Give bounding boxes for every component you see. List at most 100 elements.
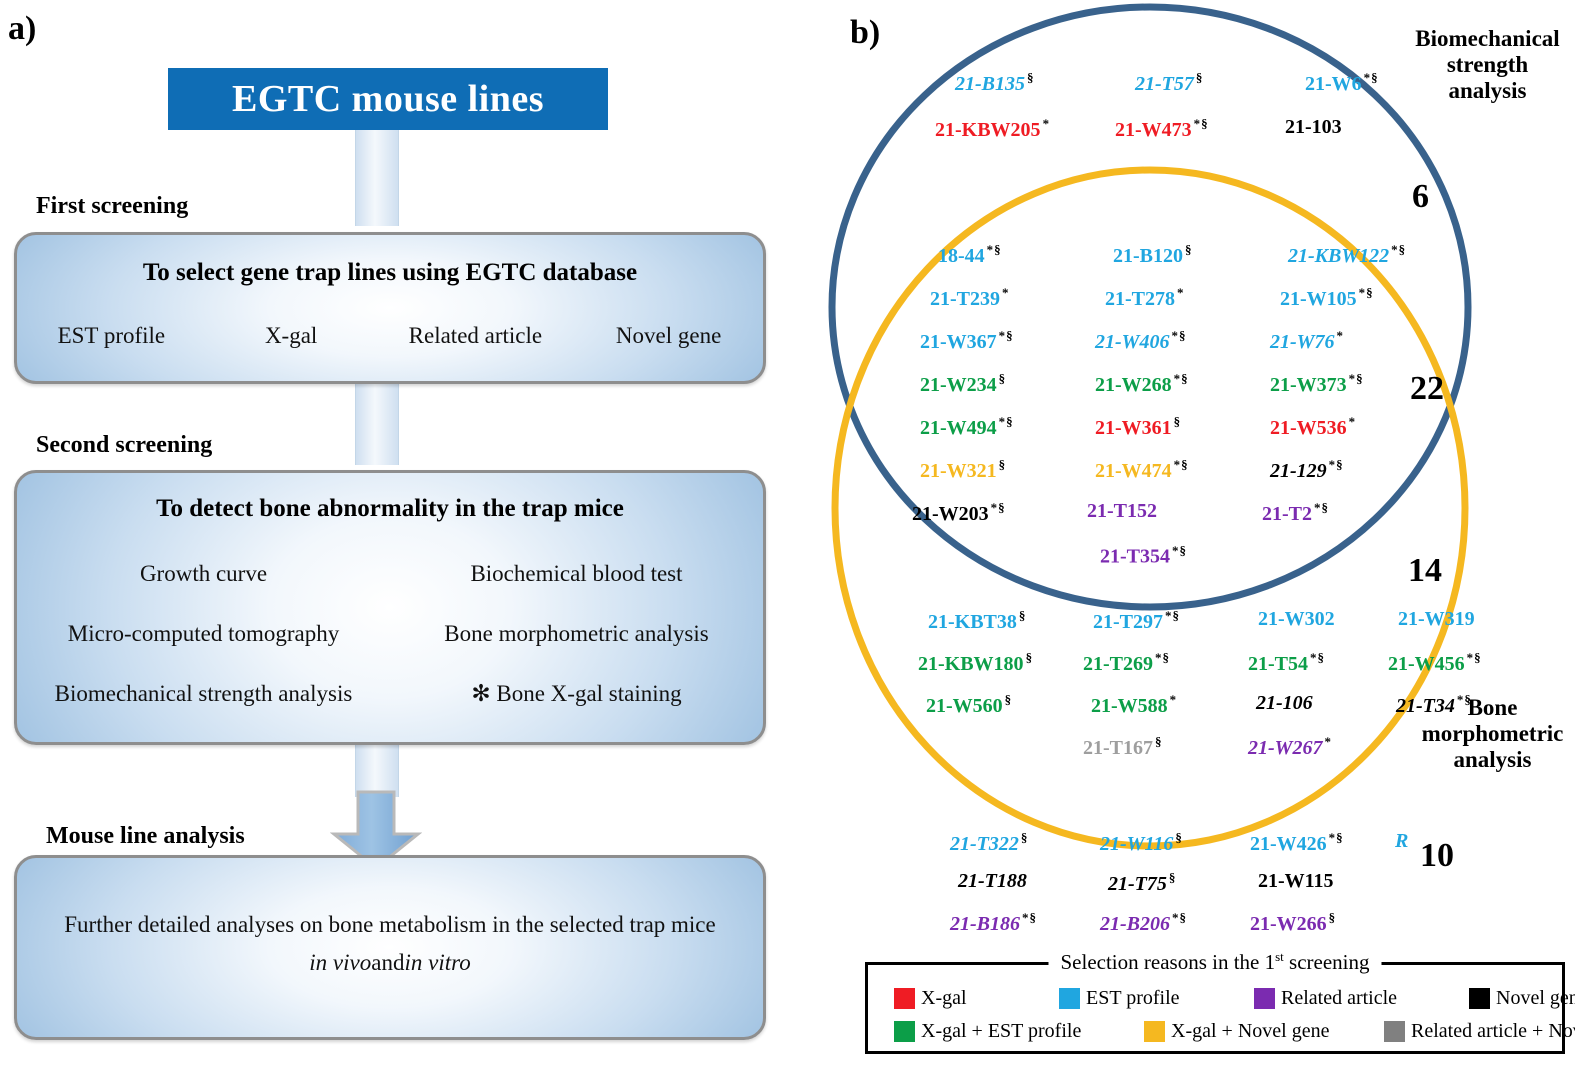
legend-title: Selection reasons in the 1st screening xyxy=(1048,949,1382,975)
stage-label-first: First screening xyxy=(36,193,189,219)
gene-cell: 21-W319 xyxy=(1398,608,1475,631)
gene-marker: *§ xyxy=(1328,457,1344,472)
gene-cell: 21-T152 xyxy=(1087,500,1157,523)
legend-item: Novel gene xyxy=(1469,987,1575,1010)
gene-cell: 21-T297 *§ xyxy=(1093,608,1180,634)
gene-marker: *§ xyxy=(1310,650,1325,665)
legend-color-swatch xyxy=(1059,988,1080,1009)
legend-item: Related article + Novel gene xyxy=(1384,1020,1575,1043)
gene-marker: * xyxy=(1042,116,1051,131)
label-line-2: analysis xyxy=(1453,746,1532,772)
gene-entry: 21-W76 * xyxy=(1270,328,1344,353)
final-line-1: Further detailed analyses on bone metabo… xyxy=(64,912,716,937)
final-line-2-wrap: in vivo and in vitro xyxy=(17,950,763,976)
gene-cell: 21-W361 § xyxy=(1095,414,1181,440)
gene-entry: 21-129 *§ xyxy=(1270,457,1344,482)
gene-marker: *§ xyxy=(1022,910,1037,925)
gene-entry: 21-W302 xyxy=(1258,608,1335,630)
gene-entry: 21-W321 § xyxy=(920,457,1006,482)
legend-color-swatch xyxy=(1469,988,1490,1009)
gene-label: 21-W474 xyxy=(1095,459,1172,482)
method-growth-curve: Growth curve xyxy=(139,561,268,586)
gene-cell: 21-W367 *§ xyxy=(920,328,1014,354)
gene-entry: 21-B206 *§ xyxy=(1100,910,1187,935)
gene-cell: 21-T34 *§ xyxy=(1396,692,1472,718)
gene-entry: 21-KBW205 * xyxy=(935,116,1051,141)
gene-label: 21-W494 xyxy=(920,416,997,439)
gene-entry: 21-W203 *§ xyxy=(912,500,1006,525)
final-line-1-wrap: Further detailed analyses on bone metabo… xyxy=(17,912,763,938)
gene-cell: 21-T188 xyxy=(958,870,1027,893)
gene-marker: § xyxy=(1155,734,1163,749)
legend-item-label: X-gal + EST profile xyxy=(921,1020,1082,1042)
legend-item: EST profile xyxy=(1059,987,1254,1010)
gene-label: 21-W203 xyxy=(912,502,989,525)
gene-entry: 21-B120 § xyxy=(1113,242,1193,267)
gene-cell: 21-W116 § xyxy=(1100,830,1183,856)
gene-label: 21-T278 xyxy=(1105,287,1175,310)
gene-label: 21-T354 xyxy=(1100,545,1170,568)
gene-cell: 21-T278 * xyxy=(1105,285,1185,311)
gene-label: 21-B120 xyxy=(1113,244,1183,267)
method-bone-morphometric: Bone morphometric analysis xyxy=(444,621,709,646)
gene-label: 21-T188 xyxy=(958,870,1027,892)
legend-color-swatch xyxy=(1254,988,1275,1009)
stage-label-second: Second screening xyxy=(36,432,213,458)
gene-marker: § xyxy=(1173,414,1182,429)
gene-cell: 21-106 xyxy=(1256,692,1313,715)
gene-label: 21-W116 xyxy=(1100,832,1174,855)
gene-entry: 21-W426 *§ xyxy=(1250,830,1344,855)
connector-arrow-2 xyxy=(355,380,399,465)
gene-entry: 21-W373 *§ xyxy=(1270,371,1364,396)
gene-marker: § xyxy=(1195,70,1204,85)
gene-label: 21-W302 xyxy=(1258,608,1335,630)
gene-cell: 21-T75 § xyxy=(1108,870,1176,896)
gene-label: 21-W76 xyxy=(1270,330,1335,353)
gene-marker: *§ xyxy=(1466,650,1482,665)
gene-entry: 21-W367 *§ xyxy=(920,328,1014,353)
gene-entry: 21-T34 *§ xyxy=(1396,692,1472,717)
gene-cell: 21-KBT38 § xyxy=(928,608,1026,634)
legend-title-tail: screening xyxy=(1283,950,1370,974)
gene-entry: 21-W560 § xyxy=(926,692,1012,717)
method-micro-ct: Micro-computed tomography xyxy=(67,621,340,646)
final-in-vitro: in vitro xyxy=(404,950,471,975)
gene-cell: 21-W6 *§ xyxy=(1305,70,1379,96)
count-yellow-only: 14 xyxy=(1408,552,1442,589)
item-x-gal: X-gal xyxy=(264,323,318,348)
first-screening-title: To select gene trap lines using EGTC dat… xyxy=(142,259,638,286)
label-line-1: morphometric xyxy=(1421,720,1564,746)
legend-row-2: X-gal + EST profile X-gal + Novel gene Rel… xyxy=(868,1020,1575,1043)
gene-entry: 21-W267 * xyxy=(1248,734,1332,759)
gene-marker: *§ xyxy=(1314,500,1329,515)
gene-cell: R xyxy=(1395,830,1408,853)
gene-cell: 21-W203 *§ xyxy=(912,500,1006,526)
gene-cell: 21-T322 § xyxy=(950,830,1028,856)
gene-entry: 21-T54 *§ xyxy=(1248,650,1325,675)
gene-label: 21-129 xyxy=(1270,459,1327,482)
gene-entry: 21-W456 *§ xyxy=(1388,650,1482,675)
gene-cell: 21-W560 § xyxy=(926,692,1012,718)
gene-entry: 21-W234 § xyxy=(920,371,1006,396)
gene-label: 21-106 xyxy=(1256,692,1313,714)
gene-marker: * xyxy=(1169,692,1178,707)
gene-entry: 21-W406 *§ xyxy=(1095,328,1186,353)
gene-cell: 21-W406 *§ xyxy=(1095,328,1186,354)
gene-entry: 21-KBW122 *§ xyxy=(1288,242,1406,267)
gene-entry: 21-T278 * xyxy=(1105,285,1185,310)
gene-marker: § xyxy=(1175,830,1183,845)
gene-entry: 21-W319 xyxy=(1398,608,1475,630)
gene-entry: 21-W6 *§ xyxy=(1305,70,1379,95)
gene-marker: *§ xyxy=(1173,457,1189,472)
gene-label: 21-T75 xyxy=(1108,872,1167,895)
label-line-0: Biomechanical xyxy=(1415,26,1560,51)
gene-entry: 21-B186 *§ xyxy=(950,910,1037,935)
gene-entry: 21-103 xyxy=(1285,116,1342,138)
egtc-header-box: EGTC mouse lines xyxy=(168,68,608,130)
gene-marker: *§ xyxy=(990,500,1006,515)
mouse-line-analysis-box: Further detailed analyses on bone metabo… xyxy=(14,855,766,1040)
gene-marker: * xyxy=(1324,734,1332,749)
gene-label: 21-KBT38 xyxy=(928,610,1017,633)
first-screening-items: EST profile X-gal Related article Novel … xyxy=(17,323,763,349)
item-related-article: Related article xyxy=(408,323,543,348)
